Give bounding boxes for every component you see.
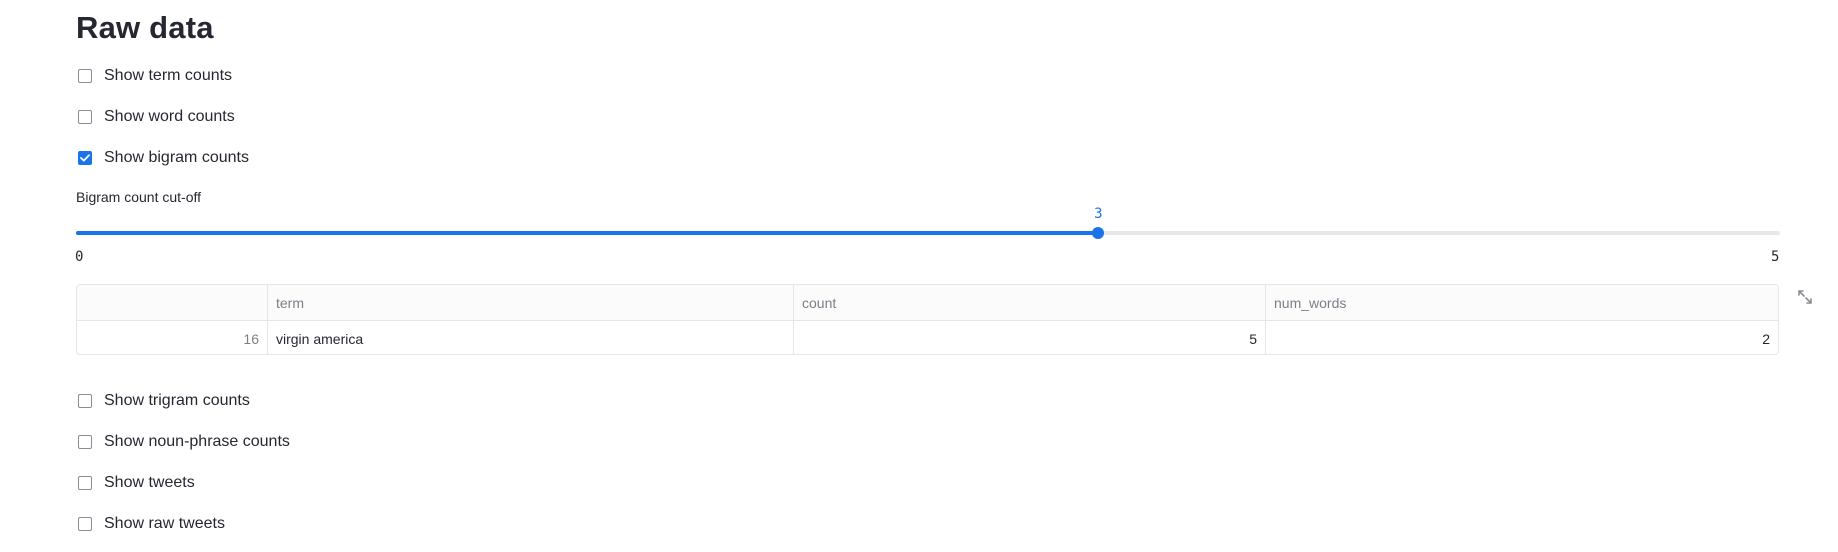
checkbox-label: Show trigram counts — [104, 392, 250, 409]
column-header-index[interactable] — [77, 285, 268, 320]
slider-thumb[interactable] — [1092, 227, 1105, 239]
row-index-cell[interactable]: 16 — [77, 321, 268, 354]
checkbox-label: Show noun-phrase counts — [104, 433, 290, 450]
num-words-cell[interactable]: 2 — [1266, 321, 1778, 354]
checkbox-box[interactable] — [78, 517, 92, 531]
count-cell[interactable]: 5 — [794, 321, 1266, 354]
checkbox-noun-phrase-counts[interactable]: Show noun-phrase counts — [78, 430, 290, 454]
checkbox-raw-tweets[interactable]: Show raw tweets — [78, 512, 225, 536]
checkbox-tweets[interactable]: Show tweets — [78, 471, 195, 495]
column-header-term[interactable]: term — [268, 285, 794, 320]
checkbox-term-counts[interactable]: Show term counts — [78, 64, 232, 88]
checkbox-box-checked[interactable] — [78, 151, 92, 165]
checkbox-label: Show tweets — [104, 474, 195, 491]
checkbox-bigram-counts[interactable]: Show bigram counts — [78, 146, 249, 170]
checkbox-box[interactable] — [78, 69, 92, 83]
expand-arrows-icon[interactable] — [1796, 288, 1814, 306]
slider-min-label: 0 — [75, 249, 84, 265]
checkbox-box[interactable] — [78, 110, 92, 124]
page-title: Raw data — [76, 10, 214, 45]
slider-value: 3 — [1094, 206, 1103, 222]
raw-data-page: Raw data Show term counts Show word coun… — [0, 0, 1838, 552]
checkbox-box[interactable] — [78, 435, 92, 449]
bigram-data-table[interactable]: term count num_words 16 virgin america 5… — [76, 284, 1779, 355]
checkbox-label: Show raw tweets — [104, 515, 225, 532]
table-header-row: term count num_words — [77, 285, 1778, 321]
checkbox-label: Show term counts — [104, 67, 233, 84]
slider-fill — [76, 231, 1099, 235]
column-header-num-words[interactable]: num_words — [1266, 285, 1778, 320]
checkbox-trigram-counts[interactable]: Show trigram counts — [78, 389, 250, 413]
table-row[interactable]: 16 virgin america 5 2 — [77, 321, 1778, 354]
checkbox-label: Show word counts — [104, 108, 235, 125]
checkmark-icon — [80, 154, 90, 162]
column-header-count[interactable]: count — [794, 285, 1266, 320]
term-cell[interactable]: virgin america — [268, 321, 794, 354]
checkbox-label: Show bigram counts — [104, 149, 249, 166]
slider-label: Bigram count cut-off — [76, 189, 202, 205]
checkbox-box[interactable] — [78, 394, 92, 408]
checkbox-word-counts[interactable]: Show word counts — [78, 105, 235, 129]
slider-max-label: 5 — [1771, 249, 1780, 265]
bigram-cutoff-slider[interactable]: 3 — [76, 206, 1780, 239]
checkbox-box[interactable] — [78, 476, 92, 490]
